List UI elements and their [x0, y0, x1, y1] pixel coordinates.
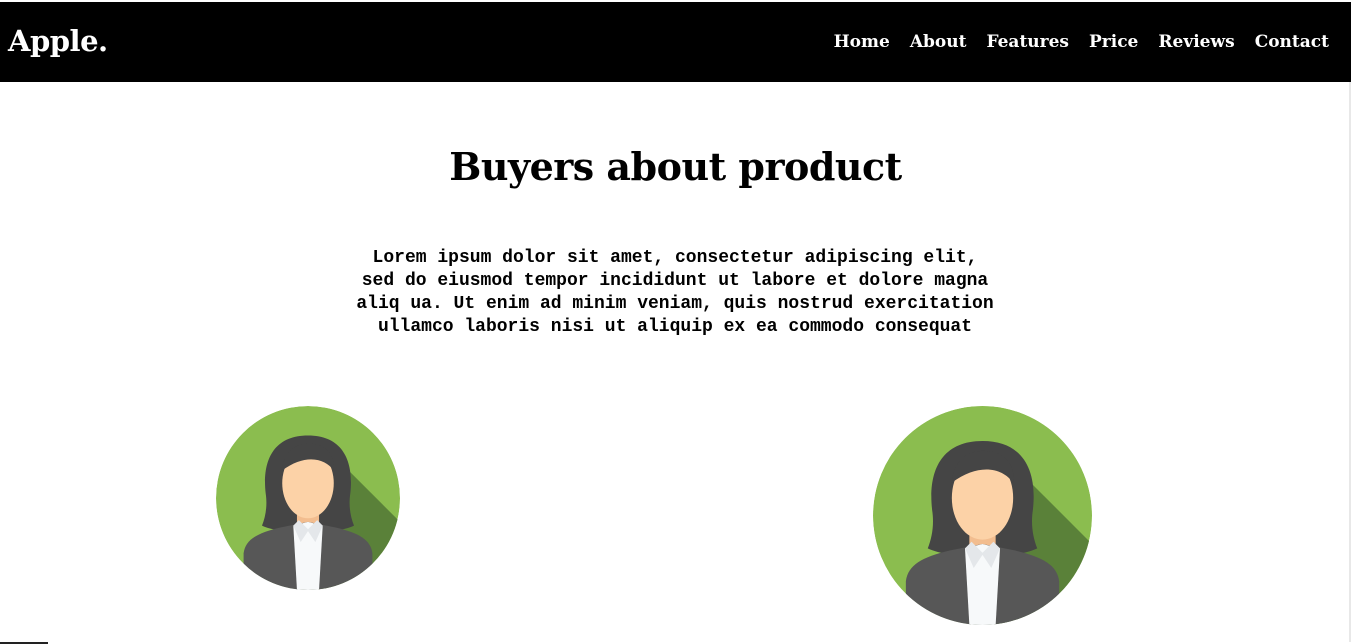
description-line: ullamco laboris nisi ut aliquip ex ea co… [377, 317, 973, 337]
nav-menu: Home About Features Price Reviews Contac… [834, 31, 1329, 53]
woman-avatar-icon [873, 406, 1092, 625]
brand-logo[interactable]: Apple. [8, 24, 108, 58]
nav-link-about[interactable]: About [910, 31, 967, 53]
reviewer-avatar-1 [216, 405, 400, 591]
nav-link-contact[interactable]: Contact [1255, 31, 1329, 53]
nav-link-reviews[interactable]: Reviews [1158, 31, 1234, 53]
description-line: Lorem ipsum dolor sit amet, consectetur … [372, 248, 978, 268]
navbar: Apple. Home About Features Price Reviews… [0, 2, 1351, 82]
reviewer-avatar-2 [873, 405, 1092, 626]
section-description: Lorem ipsum dolor sit amet, consectetur … [300, 247, 1050, 339]
description-line: aliq ua. Ut enim ad minim veniam, quis n… [356, 294, 994, 314]
nav-link-home[interactable]: Home [834, 31, 890, 53]
nav-link-features[interactable]: Features [986, 31, 1069, 53]
description-line: sed do eiusmod tempor incididunt ut labo… [361, 271, 989, 291]
section-heading: Buyers about product [449, 144, 902, 189]
woman-avatar-icon [216, 406, 400, 590]
nav-link-price[interactable]: Price [1089, 31, 1138, 53]
